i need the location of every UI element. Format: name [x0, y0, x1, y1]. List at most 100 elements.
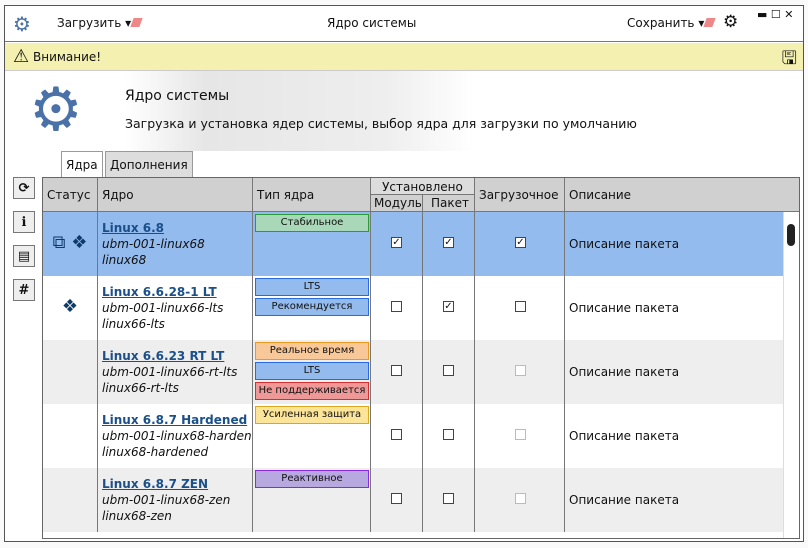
table-row[interactable]: ⧉ ❖ Linux 6.8 ubm-001-linux68 linux68 Ст…	[43, 212, 783, 276]
package-checkbox[interactable]: ✓	[443, 301, 454, 312]
kernel-cell: Linux 6.8.7 ZEN ubm-001-linux68-zen linu…	[98, 468, 253, 532]
status-icons: ⧉ ❖	[43, 212, 98, 276]
page-header: ⚙ Ядро системы Загрузка и установка ядер…	[5, 71, 803, 151]
package-checkbox[interactable]	[443, 429, 454, 440]
module-checkbox[interactable]	[391, 429, 402, 440]
table-row[interactable]: Linux 6.8.7 Hardened ubm-001-linux68-har…	[43, 404, 783, 468]
boot-cell	[475, 276, 565, 340]
desc-cell: Описание пакета	[565, 212, 783, 276]
module-cell	[371, 404, 423, 468]
boot-checkbox[interactable]	[515, 301, 526, 312]
kernel-package: ubm-001-linux68-hardened	[102, 429, 253, 443]
scroll-thumb[interactable]	[787, 224, 795, 246]
boot-checkbox[interactable]	[515, 429, 526, 440]
type-cell: Усиленная защита	[253, 404, 371, 468]
table-row[interactable]: Linux 6.6.23 RT LT ubm-001-linux66-rt-lt…	[43, 340, 783, 404]
module-cell	[371, 468, 423, 532]
kernel-type-badge: Стабильное	[255, 214, 369, 232]
kernel-id: linux68	[102, 253, 147, 267]
tab-label: Дополнения	[110, 158, 188, 172]
tab-label: Ядра	[66, 158, 98, 172]
module-checkbox[interactable]	[391, 365, 402, 376]
kernel-type-badge: Реальное время	[255, 342, 369, 360]
window-controls[interactable]: ▬ ☐ ✕	[757, 8, 793, 21]
boot-cell	[475, 468, 565, 532]
package-checkbox[interactable]: ✓	[443, 237, 454, 248]
module-cell: ✓	[371, 212, 423, 276]
kernel-type-badge: Усиленная защита	[255, 406, 369, 424]
module-cell	[371, 276, 423, 340]
description: Описание пакета	[569, 365, 680, 379]
page-subtitle: Загрузка и установка ядер системы, выбор…	[125, 116, 637, 131]
kernel-link[interactable]: Linux 6.8.7 Hardened	[102, 413, 252, 427]
desc-cell: Описание пакета	[565, 404, 783, 468]
kernel-package: ubm-001-linux66-rt-lts	[102, 365, 238, 379]
tab-kernels[interactable]: Ядра	[61, 151, 103, 177]
boot-cell	[475, 340, 565, 404]
module-checkbox[interactable]	[391, 301, 402, 312]
table-row[interactable]: Linux 6.8.7 ZEN ubm-001-linux68-zen linu…	[43, 468, 783, 532]
tab-addons[interactable]: Дополнения	[105, 151, 193, 177]
col-desc[interactable]: Описание	[565, 178, 799, 212]
kernel-package: ubm-001-linux68-zen	[102, 493, 231, 507]
window: ⚙ Загрузить ▾ Ядро системы Сохранить ▾ ⚙…	[4, 5, 804, 542]
description: Описание пакета	[569, 301, 680, 315]
package-checkbox[interactable]	[443, 365, 454, 376]
refresh-button[interactable]: ⟳	[13, 177, 35, 199]
kernel-type-badge: LTS	[255, 278, 369, 296]
module-cell	[371, 340, 423, 404]
type-cell: Реальное время LTS Не поддерживается	[253, 340, 371, 404]
col-boot[interactable]: Загрузочное	[475, 178, 565, 212]
type-cell: LTS Рекомендуется	[253, 276, 371, 340]
package-cell	[423, 340, 475, 404]
package-checkbox[interactable]	[443, 493, 454, 504]
boot-checkbox[interactable]: ✓	[515, 237, 526, 248]
col-type[interactable]: Тип ядра	[253, 178, 371, 212]
desc-cell: Описание пакета	[565, 276, 783, 340]
col-status[interactable]: Статус	[43, 178, 98, 212]
kernel-type-badge: Не поддерживается	[255, 382, 369, 400]
description: Описание пакета	[569, 429, 680, 443]
type-cell: Стабильное	[253, 212, 371, 276]
kernel-link[interactable]: Linux 6.8	[102, 221, 252, 235]
warning-bar: ⚠ Внимание! 🖫	[5, 43, 803, 71]
col-package[interactable]: Пакет	[423, 195, 475, 212]
kernel-link[interactable]: Linux 6.6.28-1 LT	[102, 285, 252, 299]
table-row[interactable]: ❖ Linux 6.6.28-1 LT ubm-001-linux66-lts …	[43, 276, 783, 340]
page-title: Ядро системы	[125, 88, 230, 104]
window-title: Ядро системы	[327, 16, 417, 30]
save-menu[interactable]: Сохранить ▾	[627, 16, 716, 30]
description: Описание пакета	[569, 493, 680, 507]
module-checkbox[interactable]: ✓	[391, 237, 402, 248]
boot-cell: ✓	[475, 212, 565, 276]
kernel-link[interactable]: Linux 6.8.7 ZEN	[102, 477, 252, 491]
status-icons	[43, 468, 98, 532]
kernel-cell: Linux 6.6.28-1 LT ubm-001-linux66-lts li…	[98, 276, 253, 340]
scrollbar[interactable]	[783, 212, 799, 538]
load-label: Загрузить	[57, 16, 122, 30]
status-icons: ❖	[43, 276, 98, 340]
side-toolbar: ⟳ ℹ ▤ #	[13, 177, 35, 313]
status-icons	[43, 404, 98, 468]
kernel-cell: Linux 6.8 ubm-001-linux68 linux68	[98, 212, 253, 276]
pin-icon	[130, 18, 143, 27]
warning-icon: ⚠	[13, 46, 30, 67]
log-button[interactable]: ▤	[13, 245, 35, 267]
kernel-link[interactable]: Linux 6.6.23 RT LT	[102, 349, 252, 363]
type-cell: Реактивное	[253, 468, 371, 532]
info-button[interactable]: ℹ	[13, 211, 35, 233]
boot-checkbox[interactable]	[515, 493, 526, 504]
module-checkbox[interactable]	[391, 493, 402, 504]
col-kernel[interactable]: Ядро	[98, 178, 253, 212]
hash-button[interactable]: #	[13, 279, 35, 301]
kernel-cell: Linux 6.8.7 Hardened ubm-001-linux68-har…	[98, 404, 253, 468]
kernel-type-badge: Рекомендуется	[255, 298, 369, 316]
package-cell: ✓	[423, 212, 475, 276]
boot-checkbox[interactable]	[515, 365, 526, 376]
col-module[interactable]: Модуль	[371, 195, 423, 212]
kernel-type-badge: Реактивное	[255, 470, 369, 488]
desc-cell: Описание пакета	[565, 340, 783, 404]
description: Описание пакета	[569, 237, 680, 251]
load-menu[interactable]: Загрузить ▾	[57, 16, 143, 30]
settings-icon[interactable]: ⚙	[723, 12, 738, 32]
